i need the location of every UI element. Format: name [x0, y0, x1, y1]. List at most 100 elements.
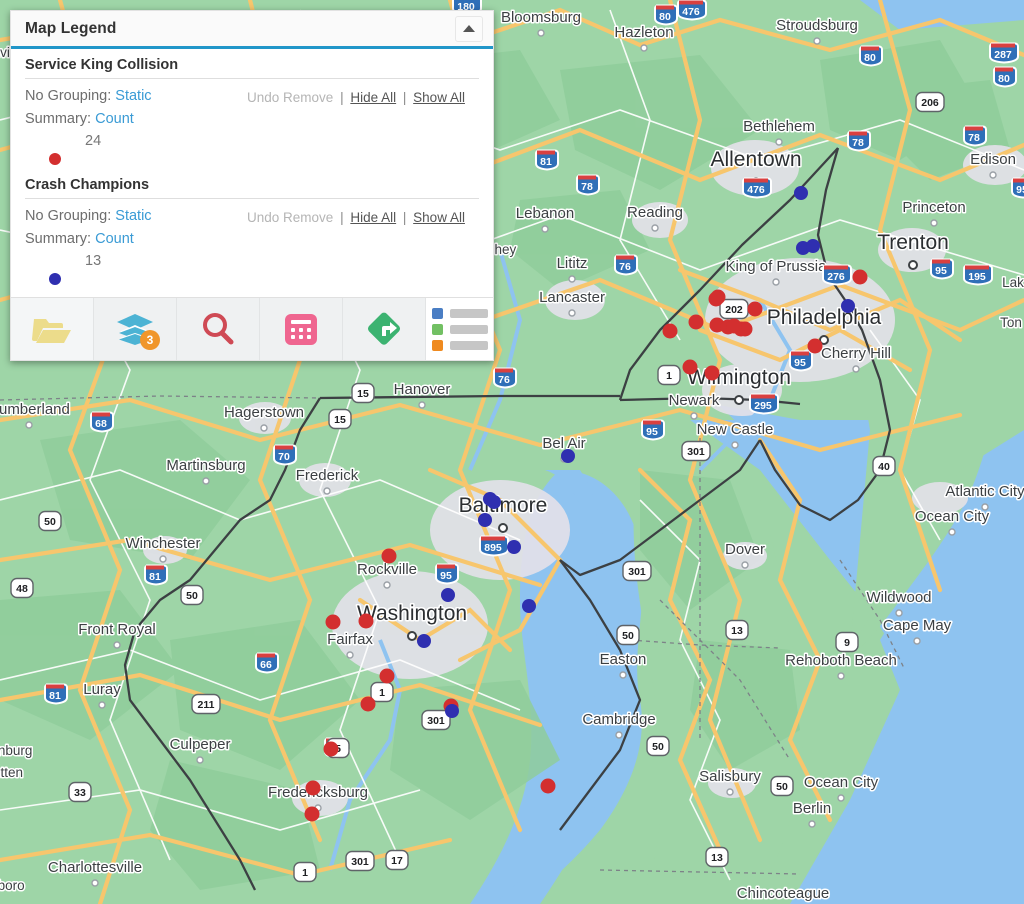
svg-text:476: 476: [747, 184, 765, 196]
svg-text:50: 50: [44, 516, 56, 528]
map-legend-panel[interactable]: Map Legend Service King Collision No Gro…: [10, 10, 494, 361]
svg-text:66: 66: [260, 659, 272, 671]
map-marker-red[interactable]: [358, 613, 374, 629]
search-icon: [203, 313, 234, 345]
hide-all-link[interactable]: Hide All: [350, 210, 396, 225]
grouping-value-link[interactable]: Static: [115, 208, 151, 224]
map-label: Allentown: [709, 147, 803, 173]
us-route-shield: 50: [646, 735, 670, 757]
map-label: Cambridge: [581, 710, 657, 730]
svg-text:Salisbury: Salisbury: [699, 768, 761, 785]
us-route-shield: 1: [370, 681, 394, 703]
map-label: Stroudsburg: [775, 16, 860, 36]
map-marker-red[interactable]: [381, 548, 397, 564]
map-marker-red[interactable]: [360, 696, 376, 712]
interstate-shield: 95: [930, 258, 954, 280]
interstate-shield: 95: [641, 419, 665, 441]
map-marker-blue[interactable]: [478, 513, 492, 527]
folder-open-button[interactable]: [11, 298, 94, 360]
city-dot: [734, 395, 744, 405]
map-marker-blue[interactable]: [445, 704, 459, 718]
map-marker-red[interactable]: [747, 301, 763, 317]
layer-symbol-row[interactable]: 13: [25, 251, 479, 295]
map-marker-red[interactable]: [304, 806, 320, 822]
city-dot: [323, 487, 331, 495]
svg-text:sonburg: sonburg: [0, 743, 32, 758]
map-marker-red[interactable]: [323, 741, 339, 757]
svg-text:15: 15: [334, 414, 346, 426]
us-route-shield: 1: [657, 364, 681, 386]
svg-text:Atlantic City: Atlantic City: [945, 483, 1024, 500]
map-label: sonburg: [0, 742, 34, 760]
svg-text:Easton: Easton: [600, 651, 647, 668]
summary-value-link[interactable]: Count: [95, 111, 134, 127]
legend-list-button[interactable]: [426, 298, 493, 360]
legend-swatch-blue: [431, 307, 443, 319]
map-label: Lancaster: [538, 288, 607, 308]
map-label: Berlin: [791, 799, 832, 819]
city-dot: [731, 441, 739, 449]
map-marker-red[interactable]: [325, 614, 341, 630]
hide-all-link[interactable]: Hide All: [350, 90, 396, 105]
page-title: Map Legend: [25, 19, 117, 37]
map-marker-blue[interactable]: [487, 495, 501, 509]
svg-text:9: 9: [844, 637, 850, 649]
map-marker-red[interactable]: [540, 778, 556, 794]
layer-controls: No Grouping: Static Summary: Count Undo …: [25, 201, 479, 251]
map-label: Martinsburg: [165, 456, 247, 476]
grouping-value-link[interactable]: Static: [115, 88, 151, 104]
interstate-shield: 80: [859, 45, 883, 67]
map-marker-red[interactable]: [807, 338, 823, 354]
chevron-up-icon[interactable]: [455, 15, 483, 42]
svg-text:Newark: Newark: [669, 392, 720, 409]
city-dot: [908, 260, 918, 270]
svg-text:301: 301: [687, 446, 705, 458]
svg-text:Lititz: Lititz: [557, 255, 588, 272]
layers-button[interactable]: 3: [94, 298, 177, 360]
directions-button[interactable]: [343, 298, 426, 360]
svg-text:Rehoboth Beach: Rehoboth Beach: [785, 652, 897, 669]
map-marker-blue[interactable]: [507, 540, 521, 554]
us-route-shield: 301: [622, 560, 652, 582]
city-dot: [537, 29, 545, 37]
interstate-shield: 476: [677, 0, 707, 21]
svg-text:New Castle: New Castle: [697, 421, 774, 438]
show-all-link[interactable]: Show All: [413, 90, 465, 105]
map-marker-blue[interactable]: [522, 599, 536, 613]
map-marker-blue[interactable]: [441, 588, 455, 602]
interstate-shield: 78: [847, 130, 871, 152]
map-marker-blue[interactable]: [417, 634, 431, 648]
city-dot: [568, 275, 576, 283]
map-marker-blue[interactable]: [561, 449, 575, 463]
city-dot: [895, 609, 903, 617]
svg-text:Philadelphia: Philadelphia: [767, 306, 882, 329]
svg-text:40: 40: [878, 461, 890, 473]
map-marker-red[interactable]: [708, 291, 724, 307]
svg-text:50: 50: [186, 590, 198, 602]
map-marker-blue[interactable]: [806, 239, 820, 253]
map-marker-blue[interactable]: [794, 186, 808, 200]
map-label: Cherry Hill: [819, 344, 892, 364]
map-marker-red[interactable]: [662, 323, 678, 339]
svg-text:Wildwood: Wildwood: [866, 589, 931, 606]
svg-text:Berlin: Berlin: [793, 800, 831, 817]
map-marker-red[interactable]: [704, 365, 720, 381]
layer-symbol-row[interactable]: 24: [25, 131, 479, 175]
map-marker-red[interactable]: [852, 269, 868, 285]
calendar-button[interactable]: [260, 298, 343, 360]
map-marker-red[interactable]: [682, 359, 698, 375]
svg-text:Cambridge: Cambridge: [582, 711, 655, 728]
show-all-link[interactable]: Show All: [413, 210, 465, 225]
svg-text:195: 195: [968, 271, 986, 283]
map-marker-red[interactable]: [688, 314, 704, 330]
map-marker-red[interactable]: [379, 668, 395, 684]
svg-text:202: 202: [725, 304, 743, 316]
map-marker-blue[interactable]: [841, 299, 855, 313]
map-marker-red[interactable]: [305, 780, 321, 796]
search-button[interactable]: [177, 298, 260, 360]
map-marker-red[interactable]: [726, 318, 742, 334]
city-dot: [913, 637, 921, 645]
legend-bar: [449, 324, 488, 334]
summary-value-link[interactable]: Count: [95, 231, 134, 247]
svg-text:Hanover: Hanover: [394, 381, 451, 398]
